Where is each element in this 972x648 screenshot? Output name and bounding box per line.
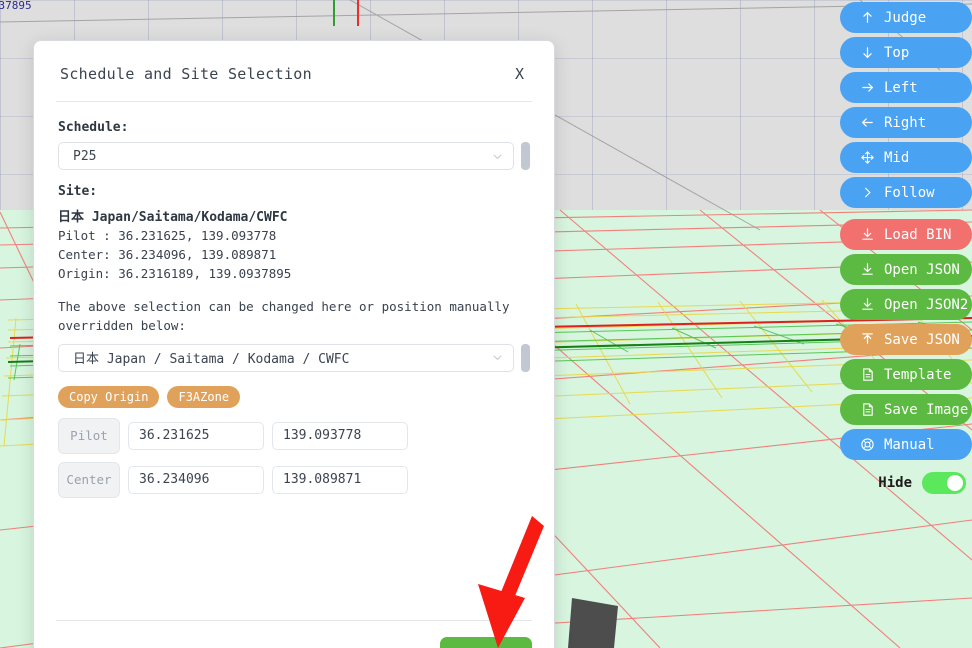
site-select-value: 日本 Japan / Saitama / Kodama / CWFC <box>73 352 350 368</box>
top-label: Top <box>884 44 910 61</box>
lifebuoy-icon <box>861 438 874 451</box>
chevron-right-icon <box>865 187 871 198</box>
document-icon <box>863 368 873 381</box>
schedule-scrollbar[interactable] <box>521 142 530 170</box>
select-button[interactable]: Select <box>440 637 532 648</box>
page-title: Schedule and Site Selection <box>60 65 312 83</box>
modal-footer: Select <box>34 620 554 648</box>
mid-label: Mid <box>884 149 910 166</box>
site-label: Site: <box>58 184 98 199</box>
load-bin-label: Load BIN <box>884 226 952 243</box>
manual-button[interactable]: Manual <box>840 429 972 460</box>
pilot-coord-row: Pilot <box>58 417 530 454</box>
app-root: 0.0937895 1778 9987 Schedule and Site Se… <box>0 0 972 648</box>
save-image-label: Save Image <box>884 401 969 418</box>
axis-marker-green <box>333 0 335 26</box>
download-icon <box>862 298 873 310</box>
f3azone-button[interactable]: F3AZone <box>167 385 241 408</box>
mid-button[interactable]: Mid <box>840 142 972 173</box>
helper-text: The above selection can be changed here … <box>58 299 510 334</box>
template-label: Template <box>884 366 952 383</box>
move-icon <box>861 151 874 164</box>
footer-divider <box>56 620 532 621</box>
hide-toggle[interactable] <box>922 472 966 494</box>
pilot-tag-button[interactable]: Pilot <box>58 417 120 454</box>
left-button[interactable]: Left <box>840 72 972 103</box>
close-icon[interactable]: X <box>511 65 528 83</box>
center-lat-input[interactable] <box>128 465 264 494</box>
right-label: Right <box>884 114 927 131</box>
coord-label: 0.0937895 <box>0 0 32 12</box>
schedule-label: Schedule: <box>58 120 129 135</box>
open-json2-label: Open JSON2 <box>884 296 969 313</box>
save-json-button[interactable]: Save JSON <box>840 324 972 355</box>
center-tag-button[interactable]: Center <box>58 461 120 498</box>
center-lon-input[interactable] <box>272 465 408 494</box>
modal-header: Schedule and Site Selection X <box>34 41 554 101</box>
save-json-label: Save JSON <box>884 331 960 348</box>
schedule-site-modal: Schedule and Site Selection X Schedule: … <box>33 40 555 648</box>
save-image-button[interactable]: Save Image <box>840 394 972 425</box>
download-icon <box>862 263 873 275</box>
follow-button[interactable]: Follow <box>840 177 972 208</box>
hide-label: Hide <box>878 475 912 491</box>
schedule-select-value: P25 <box>73 148 97 164</box>
pill-row: Copy Origin F3AZone <box>58 385 530 408</box>
site-scrollbar[interactable] <box>521 343 530 372</box>
site-select[interactable]: 日本 Japan / Saitama / Kodama / CWFC <box>58 343 514 372</box>
chevron-down-icon <box>493 355 502 361</box>
follow-label: Follow <box>884 184 935 201</box>
site-center-coords: Center: 36.234096, 139.089871 <box>58 247 277 262</box>
open-json2-button[interactable]: Open JSON2 <box>840 289 972 320</box>
arrow-down-icon <box>863 47 872 59</box>
pilot-lon-input[interactable] <box>272 421 408 450</box>
judge-label: Judge <box>884 9 927 26</box>
load-bin-button[interactable]: Load BIN <box>840 219 972 250</box>
site-name: 日本 Japan/Saitama/Kodama/CWFC <box>58 210 288 225</box>
arrow-up-icon <box>863 11 872 23</box>
copy-origin-button[interactable]: Copy Origin <box>58 385 160 408</box>
document-icon <box>863 403 873 416</box>
pilot-lat-input[interactable] <box>128 421 264 450</box>
axis-marker-red <box>357 0 359 26</box>
center-coord-row: Center <box>58 461 530 498</box>
action-button-stack: Judge Top Left Right Mid Follow Load BIN… <box>840 2 972 494</box>
manual-label: Manual <box>884 436 935 453</box>
download-icon <box>862 228 873 240</box>
right-button[interactable]: Right <box>840 107 972 138</box>
coord-label: 1778 <box>0 21 120 32</box>
footer-actions: Select <box>56 637 532 648</box>
schedule-select-row: P25 <box>58 142 530 170</box>
left-label: Left <box>884 79 918 96</box>
judge-button[interactable]: Judge <box>840 2 972 33</box>
modal-body: Schedule: P25 Site: 日本 Japan/Saitama/Kod… <box>34 102 554 620</box>
upload-icon <box>862 333 873 344</box>
open-json-button[interactable]: Open JSON <box>840 254 972 285</box>
top-button[interactable]: Top <box>840 37 972 68</box>
site-pilot-coords: Pilot : 36.231625, 139.093778 <box>58 228 277 243</box>
site-select-row: 日本 Japan / Saitama / Kodama / CWFC <box>58 343 530 372</box>
chevron-down-icon <box>493 153 502 159</box>
open-json-label: Open JSON <box>884 261 960 278</box>
hide-toggle-row: Hide <box>840 472 972 494</box>
arrow-left-icon <box>861 118 873 127</box>
schedule-select[interactable]: P25 <box>58 142 514 170</box>
arrow-right-icon <box>862 83 874 92</box>
template-button[interactable]: Template <box>840 359 972 390</box>
site-origin-coords: Origin: 36.2316189, 139.0937895 <box>58 266 292 281</box>
